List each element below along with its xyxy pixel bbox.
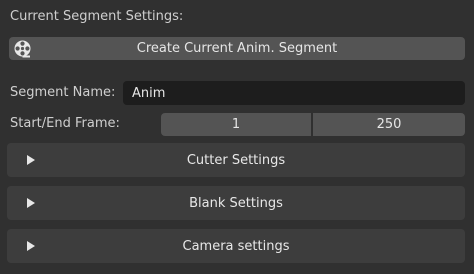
- film-reel-icon: [13, 39, 32, 58]
- frame-range-label: Start/End Frame:: [10, 116, 120, 131]
- start-frame-field[interactable]: 1: [161, 113, 311, 136]
- cutter-settings-panel[interactable]: Cutter Settings: [7, 143, 465, 177]
- segment-name-field[interactable]: Anim: [123, 81, 465, 105]
- end-frame-value: 250: [376, 117, 402, 132]
- camera-settings-panel[interactable]: Camera settings: [7, 229, 465, 263]
- expand-triangle-icon: [27, 198, 35, 208]
- expand-triangle-icon: [27, 241, 35, 251]
- panel-label: Blank Settings: [189, 195, 283, 211]
- start-frame-value: 1: [231, 117, 241, 132]
- segment-name-label: Segment Name:: [10, 85, 116, 100]
- create-segment-label: Create Current Anim. Segment: [136, 41, 338, 56]
- panel-label: Camera settings: [182, 238, 290, 254]
- end-frame-field[interactable]: 250: [313, 113, 465, 136]
- section-title: Current Segment Settings:: [10, 9, 184, 24]
- panel-label: Cutter Settings: [186, 152, 286, 168]
- expand-triangle-icon: [27, 155, 35, 165]
- create-segment-button[interactable]: Create Current Anim. Segment: [9, 37, 465, 60]
- segment-name-value: Anim: [132, 85, 166, 101]
- blank-settings-panel[interactable]: Blank Settings: [7, 186, 465, 220]
